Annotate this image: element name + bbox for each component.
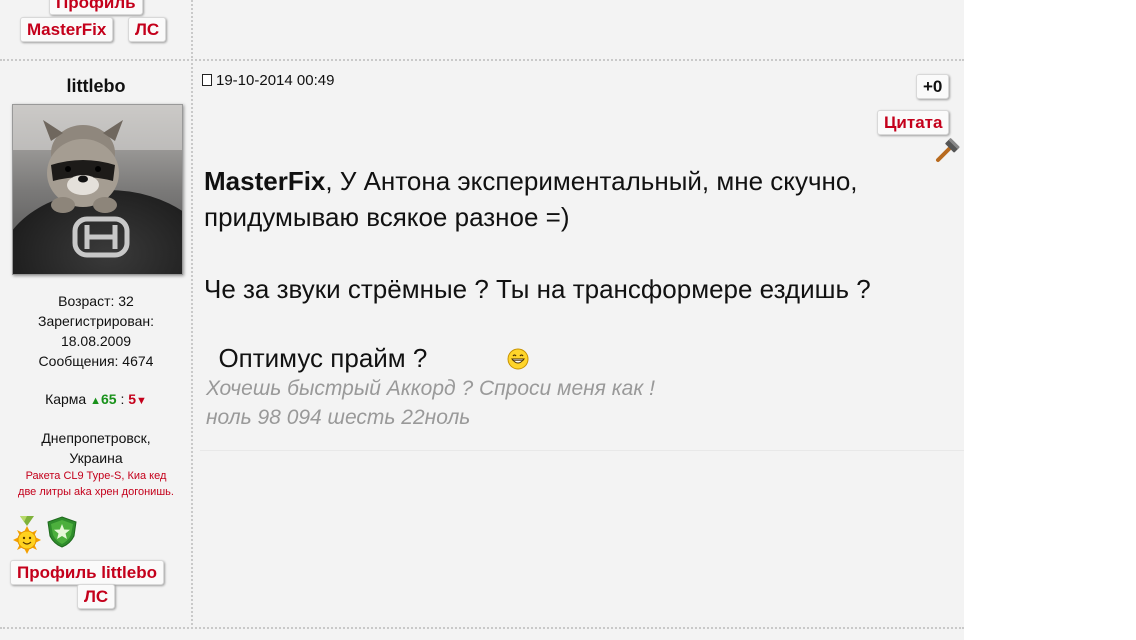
author-custom-line2: две литры aka хрен догонишь. <box>18 486 174 498</box>
signature-line-2: ноль 98 094 шесть 22ноль <box>206 406 471 429</box>
green-star-shield-icon[interactable] <box>46 516 78 550</box>
karma-up-icon[interactable]: ▲ <box>90 395 101 407</box>
post-line-2: придумываю всякое разное =) <box>204 202 570 232</box>
author-city: Днепропетровск, <box>41 430 151 446</box>
post-line-3: Че за звуки стрёмные ? Ты на трансформер… <box>204 274 871 304</box>
hammer-icon[interactable] <box>934 138 960 164</box>
karma-separator: : <box>120 391 125 407</box>
author-avatar[interactable] <box>12 104 183 275</box>
forum-area: Профиль MasterFix ЛС littlebo Возраст: 3… <box>0 0 964 640</box>
karma-label: Карма <box>45 391 87 407</box>
post-line-4: Оптимус прайм ? <box>204 307 964 379</box>
rating-button[interactable]: +0 <box>916 74 950 99</box>
post-signature: Хочешь быстрый Аккорд ? Спроси меня как … <box>206 374 655 432</box>
column-divider-top <box>191 0 193 58</box>
author-age: Возраст: 32 <box>58 293 134 309</box>
post-text-line1: , У Антона экспериментальный, мне скучно… <box>325 166 858 196</box>
prev-profile-button[interactable]: MasterFix <box>20 17 114 42</box>
karma-down-icon[interactable]: ▼ <box>136 395 147 407</box>
author-custom-line1: Ракета CL9 Type-S, Киа кед <box>25 470 167 482</box>
post-body: MasterFix, У Антона экспериментальный, м… <box>204 163 964 379</box>
author-messages: Сообщения: 4674 <box>38 353 154 369</box>
post-date-text: 19-10-2014 00:49 <box>216 72 335 89</box>
prev-profile-label[interactable]: Профиль <box>49 0 143 15</box>
sun-medal-icon[interactable] <box>11 516 43 554</box>
post-text-line4: Оптимус прайм ? <box>204 343 428 373</box>
karma-plus-value: 65 <box>100 391 117 407</box>
author-pm-button[interactable]: ЛС <box>77 584 116 609</box>
author-registered-date: 18.08.2009 <box>60 333 132 349</box>
author-profile-button[interactable]: Профиль littlebo <box>10 560 165 585</box>
author-registered-label: Зарегистрирован: <box>37 313 155 329</box>
quote-button[interactable]: Цитата <box>877 110 950 135</box>
post-addressee[interactable]: MasterFix <box>204 166 325 196</box>
signature-line-1: Хочешь быстрый Аккорд ? Спроси меня как … <box>206 377 655 400</box>
author-country: Украина <box>69 450 123 466</box>
post-separator-top <box>0 59 964 61</box>
post-date: 19-10-2014 00:49 <box>202 72 334 89</box>
post-line-1: MasterFix, У Антона экспериментальный, м… <box>204 163 964 199</box>
author-karma: Карма ▲65 : 5▼ <box>0 389 192 411</box>
author-username[interactable]: littlebo <box>0 76 192 97</box>
karma-minus-value: 5 <box>128 391 137 407</box>
post-body-divider <box>200 450 964 451</box>
document-icon[interactable] <box>202 74 212 86</box>
laughing-smiley-icon <box>449 307 529 379</box>
post-separator-bottom <box>0 627 964 629</box>
avatar-image <box>13 105 182 274</box>
prev-pm-button[interactable]: ЛС <box>128 17 167 42</box>
